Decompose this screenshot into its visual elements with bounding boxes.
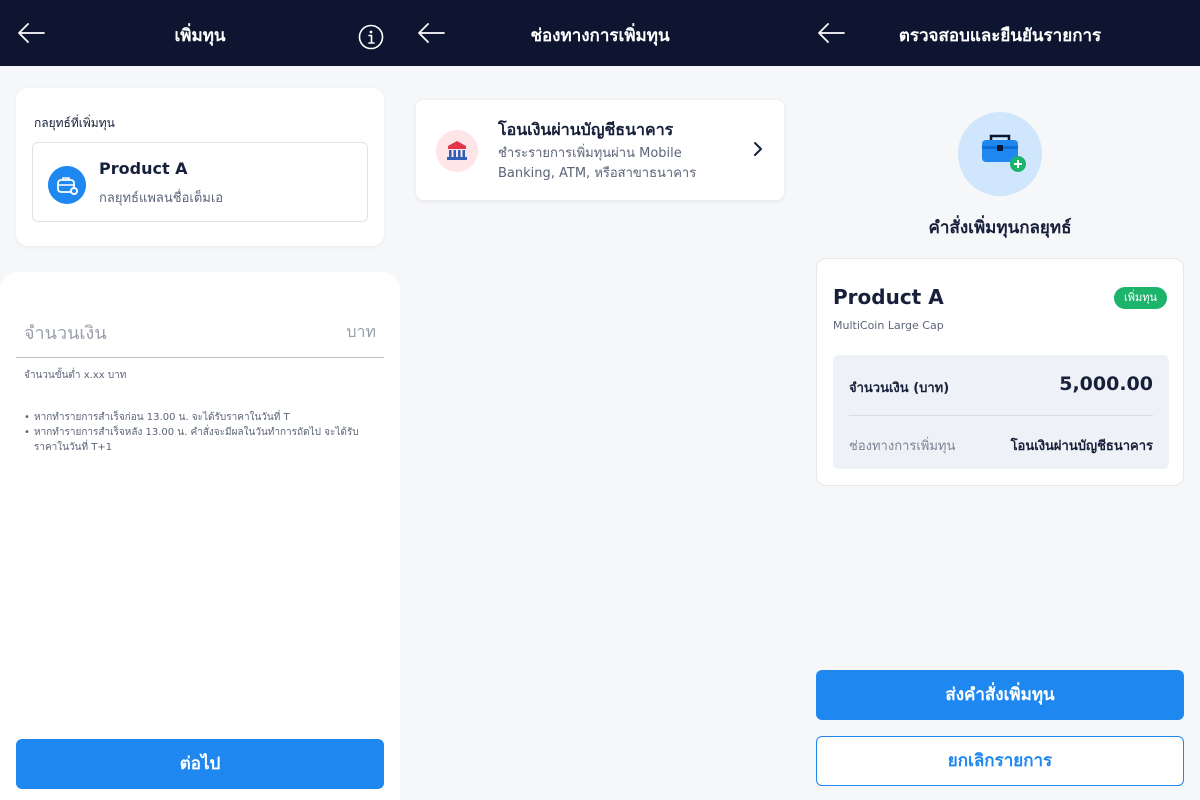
product-name: Product A bbox=[99, 159, 188, 178]
info-icon[interactable] bbox=[358, 24, 384, 50]
amount-input[interactable]: จำนวนเงิน บาท bbox=[16, 302, 384, 358]
top-bar: ช่องทางการเพิ่มทุน bbox=[400, 0, 800, 66]
screen-add-capital: เพิ่มทุน กลยุทธ์ที่เพิ่มทุน Product A กล… bbox=[0, 0, 400, 800]
back-arrow-icon[interactable] bbox=[816, 20, 846, 46]
order-summary-card: Product A MultiCoin Large Cap เพิ่มทุน จ… bbox=[816, 258, 1184, 486]
channel-value: โอนเงินผ่านบัญชีธนาคาร bbox=[1010, 439, 1153, 454]
channel-label: ช่องทางการเพิ่มทุน bbox=[849, 439, 956, 454]
bank-icon bbox=[436, 130, 478, 172]
bank-transfer-option[interactable]: โอนเงินผ่านบัญชีธนาคาร ชำระรายการเพิ่มทุ… bbox=[416, 100, 784, 200]
back-arrow-icon[interactable] bbox=[16, 20, 46, 46]
amount-value: 5,000.00 bbox=[1059, 373, 1153, 395]
strategy-card: กลยุทธ์ที่เพิ่มทุน Product A กลยุทธ์แพลน… bbox=[16, 88, 384, 246]
channel-title: โอนเงินผ่านบัญชีธนาคาร bbox=[498, 120, 674, 139]
top-bar: ตรวจสอบและยืนยันรายการ bbox=[800, 0, 1200, 66]
product-name: Product A bbox=[833, 285, 944, 309]
order-title: คำสั่งเพิ่มทุนกลยุทธ์ bbox=[928, 218, 1072, 238]
strategy-label: กลยุทธ์ที่เพิ่มทุน bbox=[34, 116, 115, 130]
amount-label: จำนวนเงิน (บาท) bbox=[849, 381, 950, 396]
amount-placeholder: จำนวนเงิน bbox=[24, 323, 107, 344]
amount-sheet: จำนวนเงิน บาท จำนวนขั้นต่ำ x.xx บาท หากท… bbox=[0, 272, 400, 800]
next-button[interactable]: ต่อไป bbox=[16, 739, 384, 789]
divider bbox=[849, 415, 1153, 416]
channel-description: ชำระรายการเพิ่มทุนผ่าน Mobile Banking, A… bbox=[498, 146, 697, 181]
note-item: หากทำรายการสำเร็จก่อน 13.00 น. จะได้รับร… bbox=[24, 410, 374, 425]
order-details: จำนวนเงิน (บาท) 5,000.00 ช่องทางการเพิ่ม… bbox=[833, 355, 1169, 469]
note-item: หากทำรายการสำเร็จหลัง 13.00 น. คำสั่งจะม… bbox=[24, 425, 374, 455]
back-arrow-icon[interactable] bbox=[416, 20, 446, 46]
page-title: ช่องทางการเพิ่มทุน bbox=[530, 26, 670, 46]
screen-payment-channel: ช่องทางการเพิ่มทุน โอนเงินผ่านบัญชีธนาคา… bbox=[400, 0, 800, 800]
notes-list: หากทำรายการสำเร็จก่อน 13.00 น. จะได้รับร… bbox=[24, 410, 374, 455]
page-title: เพิ่มทุน bbox=[174, 26, 226, 46]
page-title: ตรวจสอบและยืนยันรายการ bbox=[898, 26, 1102, 46]
minimum-amount-note: จำนวนขั้นต่ำ x.xx บาท bbox=[24, 370, 127, 381]
cancel-button[interactable]: ยกเลิกรายการ bbox=[816, 736, 1184, 786]
product-box: Product A กลยุทธ์แพลนชื่อเต็มเอ bbox=[32, 142, 368, 222]
amount-unit: บาท bbox=[346, 322, 376, 341]
product-subtitle: MultiCoin Large Cap bbox=[833, 319, 944, 332]
briefcase-icon bbox=[48, 166, 86, 204]
toolbox-plus-icon bbox=[958, 112, 1042, 196]
chevron-right-icon bbox=[754, 142, 762, 156]
submit-order-button[interactable]: ส่งคำสั่งเพิ่มทุน bbox=[816, 670, 1184, 720]
screen-confirm-order: ตรวจสอบและยืนยันรายการ คำสั่งเพิ่มทุนกลย… bbox=[800, 0, 1200, 800]
status-badge: เพิ่มทุน bbox=[1113, 287, 1167, 309]
top-bar: เพิ่มทุน bbox=[0, 0, 400, 66]
product-subtitle: กลยุทธ์แพลนชื่อเต็มเอ bbox=[99, 191, 224, 206]
